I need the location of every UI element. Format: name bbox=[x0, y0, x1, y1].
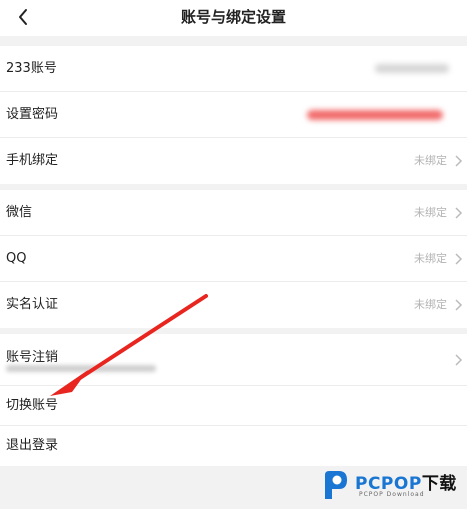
chevron-right-icon bbox=[455, 299, 463, 311]
session-group: 账号注销 切换账号 退出登录 bbox=[0, 334, 467, 466]
redacted-cancel-note bbox=[6, 365, 156, 372]
binding-group: 微信 未绑定 QQ 未绑定 实名认证 未绑定 bbox=[0, 190, 467, 328]
chevron-right-icon bbox=[455, 354, 463, 366]
row-label: QQ bbox=[6, 251, 27, 266]
redacted-account-id bbox=[375, 64, 449, 73]
row-label: 退出登录 bbox=[6, 438, 59, 453]
row-label: 微信 bbox=[6, 205, 33, 220]
row-label: 手机绑定 bbox=[6, 153, 59, 168]
chevron-right-icon bbox=[455, 207, 463, 219]
row-status: 未绑定 bbox=[414, 206, 447, 219]
chevron-right-icon bbox=[455, 155, 463, 167]
watermark-subtitle: PCPOP Download bbox=[359, 491, 425, 498]
row-label: 设置密码 bbox=[6, 107, 59, 122]
row-phone-binding[interactable]: 手机绑定 未绑定 bbox=[0, 138, 467, 184]
account-group: 233账号 设置密码 手机绑定 未绑定 bbox=[0, 46, 467, 184]
row-status: 未绑定 bbox=[414, 252, 447, 265]
row-logout[interactable]: 退出登录 bbox=[0, 426, 467, 466]
row-status: 未绑定 bbox=[414, 154, 447, 167]
row-label: 实名认证 bbox=[6, 297, 59, 312]
row-233-account[interactable]: 233账号 bbox=[0, 46, 467, 92]
pcpop-watermark: PCPOP下载 PCPOP Download bbox=[319, 465, 465, 505]
row-account-cancel[interactable]: 账号注销 bbox=[0, 334, 467, 386]
row-qq[interactable]: QQ 未绑定 bbox=[0, 236, 467, 282]
redacted-password-hint bbox=[307, 110, 443, 120]
row-status: 未绑定 bbox=[414, 298, 447, 311]
row-label: 切换账号 bbox=[6, 398, 59, 413]
pcpop-logo-icon bbox=[325, 471, 347, 499]
row-label: 账号注销 bbox=[6, 350, 59, 365]
row-label: 233账号 bbox=[6, 61, 57, 76]
row-wechat[interactable]: 微信 未绑定 bbox=[0, 190, 467, 236]
header-bar: 账号与绑定设置 bbox=[0, 0, 467, 36]
row-switch-account[interactable]: 切换账号 bbox=[0, 386, 467, 426]
page-title: 账号与绑定设置 bbox=[180, 8, 286, 26]
chevron-right-icon bbox=[455, 253, 463, 265]
row-set-password[interactable]: 设置密码 bbox=[0, 92, 467, 138]
row-real-name[interactable]: 实名认证 未绑定 bbox=[0, 282, 467, 328]
